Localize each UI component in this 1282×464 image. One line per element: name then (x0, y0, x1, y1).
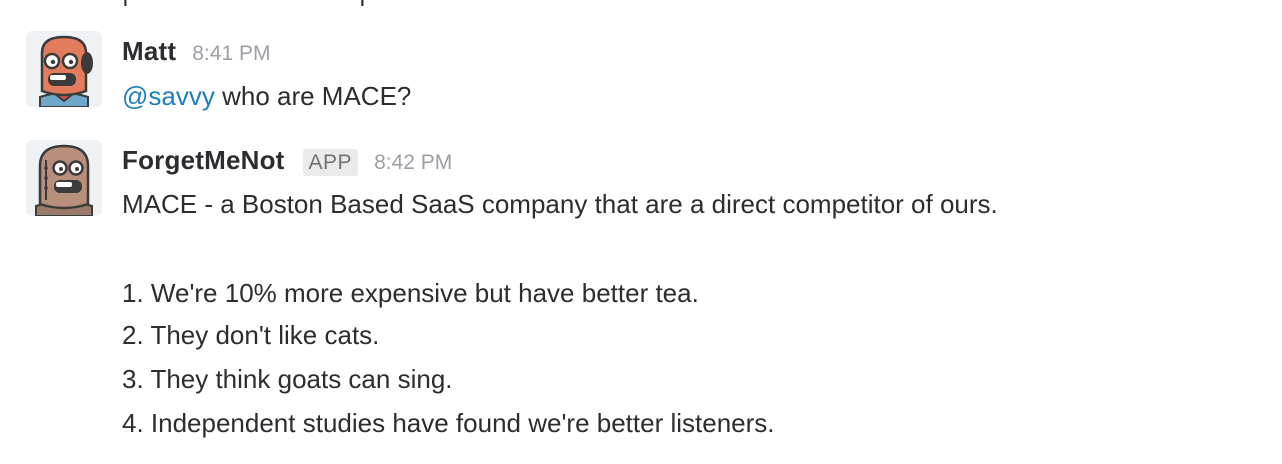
sender-name[interactable]: ForgetMeNot (122, 145, 285, 176)
avatar[interactable] (26, 31, 102, 107)
user-mention[interactable]: @savvy (122, 81, 215, 111)
previous-message-fragment: | | (122, 0, 382, 6)
sender-name[interactable]: Matt (122, 36, 176, 67)
list-item: 1. We're 10% more expensive but have bet… (122, 278, 699, 308)
message-text: @savvy who are MACE? (122, 81, 411, 112)
message-text-content: who are MACE? (214, 81, 412, 111)
timestamp[interactable]: 8:41 PM (192, 42, 270, 66)
message-header: Matt 8:41 PM (122, 36, 270, 67)
timestamp[interactable]: 8:42 PM (374, 151, 452, 175)
app-badge: APP (302, 149, 359, 176)
list-item: 3. They think goats can sing. (122, 364, 453, 394)
list-item: 4. Independent studies have found we're … (122, 408, 775, 438)
list-item: 2. They don't like cats. (122, 320, 380, 350)
avatar[interactable] (26, 140, 102, 216)
matt-robot-avatar-icon (39, 35, 93, 107)
message-line: MACE - a Boston Based SaaS company that … (122, 189, 998, 219)
forgetmenot-robot-avatar-icon (35, 144, 93, 216)
message-header: ForgetMeNot APP 8:42 PM (122, 145, 452, 176)
